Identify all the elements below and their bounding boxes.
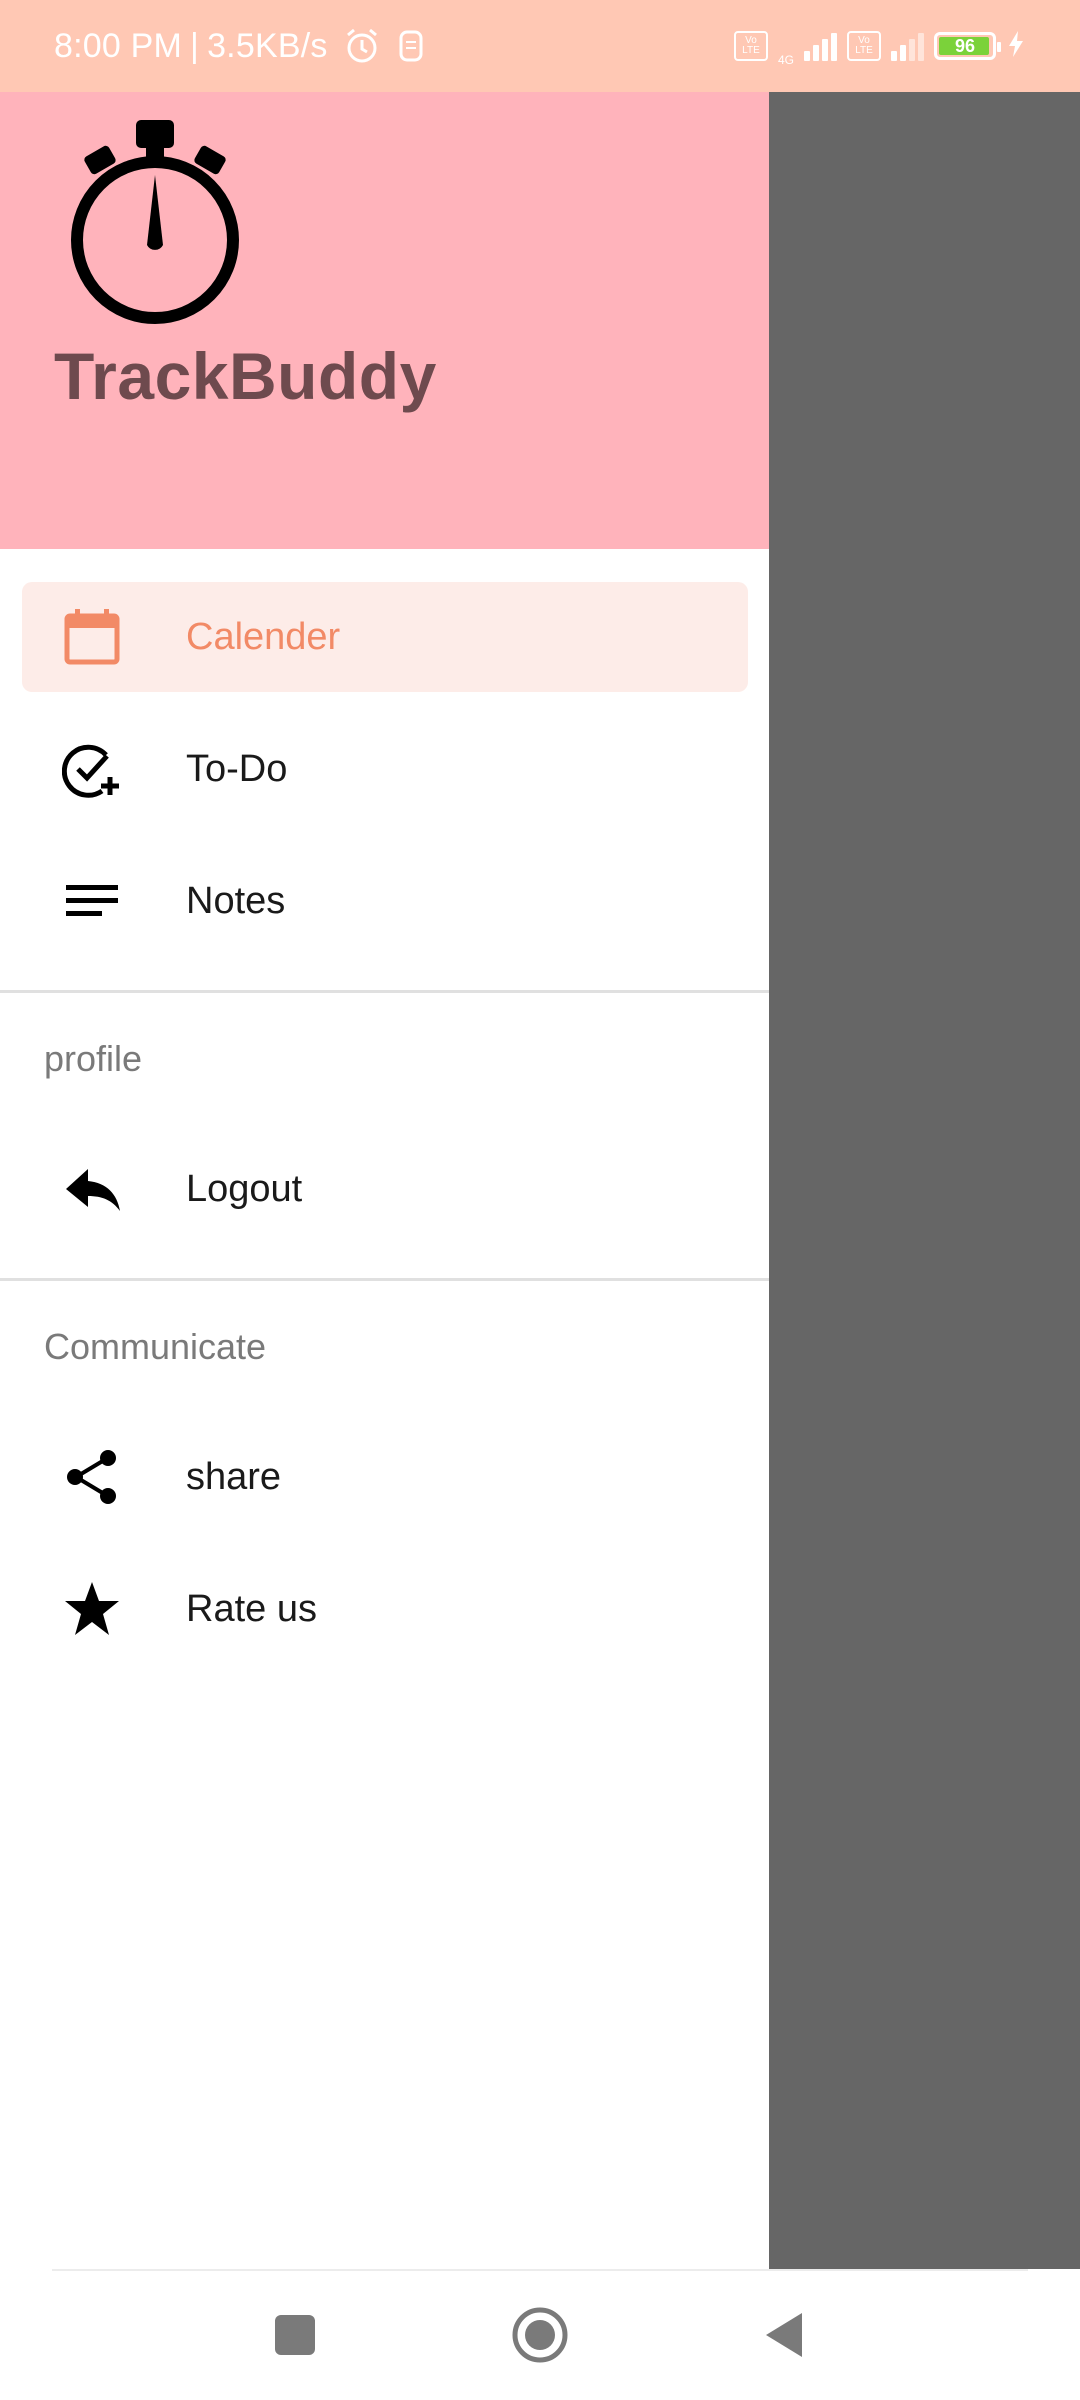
home-circle-icon[interactable]	[508, 2303, 572, 2367]
signal-strength-2-icon	[891, 31, 924, 61]
notification-icon	[396, 28, 426, 64]
calendar-icon	[62, 607, 122, 667]
divider	[0, 1278, 769, 1281]
drawer-scrim[interactable]	[769, 92, 1080, 2269]
menu-item-label: Logout	[186, 1167, 303, 1210]
battery-level: 96	[954, 35, 976, 56]
menu-item-label: share	[186, 1455, 282, 1498]
menu-item-calendar[interactable]: Calender	[22, 582, 748, 692]
volte-badge-1: Vo LTE	[733, 31, 768, 61]
status-time: 8:00 PM	[54, 26, 183, 65]
system-nav-bar	[0, 2269, 1080, 2400]
notes-lines-icon	[62, 871, 122, 931]
status-right: Vo LTE 4G Vo LTE 96	[733, 25, 1026, 67]
menu-item-todo[interactable]: To-Do	[22, 714, 748, 824]
stopwatch-icon	[70, 120, 246, 330]
app-title: TrackBuddy	[54, 339, 437, 413]
status-separator: |	[190, 26, 200, 65]
drawer-header: TrackBuddy	[0, 92, 769, 549]
battery-icon: 96	[934, 32, 1001, 60]
star-icon	[62, 1579, 122, 1639]
menu-item-label: Rate us	[186, 1587, 317, 1630]
navigation-drawer: TrackBuddy Calender To-Do Notes profile …	[0, 92, 769, 2269]
menu-item-share[interactable]: share	[22, 1422, 748, 1532]
section-title-communicate: Communicate	[44, 1326, 267, 1367]
menu-item-label: Calender	[186, 615, 341, 658]
status-bar: 8:00 PM | 3.5KB/s Vo LTE 4G Vo LTE 96	[0, 0, 1080, 92]
section-title-profile: profile	[44, 1038, 143, 1079]
menu-item-rate-us[interactable]: Rate us	[22, 1554, 748, 1664]
menu-item-notes[interactable]: Notes	[22, 846, 748, 956]
share-icon	[62, 1447, 122, 1507]
menu-item-label: To-Do	[186, 747, 288, 790]
volte-badge-2: Vo LTE	[847, 31, 881, 61]
network-type: 4G	[777, 53, 794, 67]
divider	[0, 990, 769, 993]
status-speed: 3.5KB/s	[207, 26, 328, 65]
check-circle-plus-icon	[62, 739, 122, 799]
menu-item-logout[interactable]: Logout	[22, 1134, 748, 1244]
signal-strength-1-icon	[804, 31, 837, 61]
menu-item-label: Notes	[186, 879, 286, 922]
alarm-icon	[342, 26, 382, 66]
nav-divider	[52, 2269, 1028, 2271]
reply-icon	[62, 1159, 122, 1219]
recents-square-icon[interactable]	[263, 2303, 327, 2367]
back-triangle-icon[interactable]	[752, 2303, 816, 2367]
status-left: 8:00 PM | 3.5KB/s	[54, 26, 426, 66]
charging-icon	[1006, 29, 1026, 64]
